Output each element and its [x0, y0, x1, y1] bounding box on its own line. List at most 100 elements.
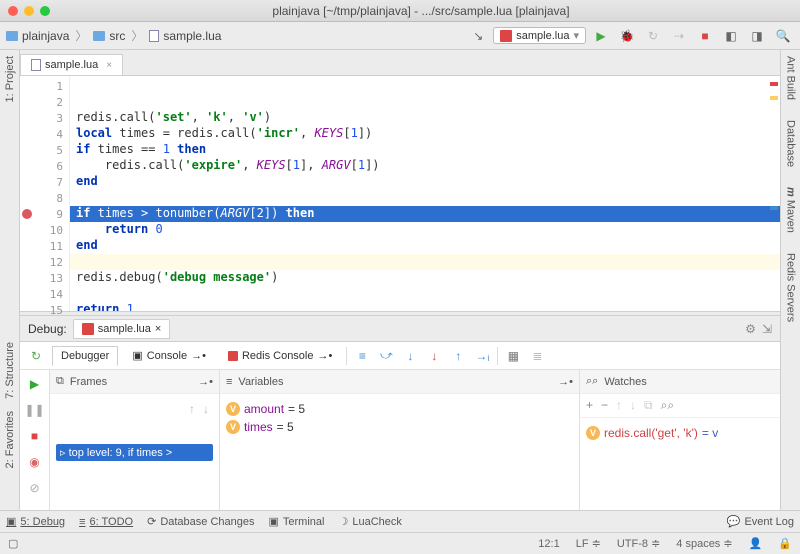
mute-breakpoints-button[interactable]: ⊘ — [25, 478, 45, 498]
caret-position[interactable]: 12:1 — [538, 538, 559, 550]
layout-button[interactable]: ◧ — [720, 25, 742, 47]
right-tool-strip: Ant Build Database m Maven Redis Servers — [780, 50, 800, 510]
left-tool-strip: 1: Project 7: Structure 2: Favorites — [0, 50, 20, 510]
remove-watch-icon[interactable]: − — [601, 398, 608, 413]
breadcrumb[interactable]: plainjava 〉 src 〉 sample.lua — [6, 27, 221, 44]
pause-button[interactable]: ❚❚ — [25, 400, 45, 420]
debug-button[interactable]: 🐞 — [616, 25, 638, 47]
editor-tabs: sample.lua × — [20, 50, 780, 76]
debug-control-sidebar: ▶ ❚❚ ■ ◉ ⊘ — [20, 370, 50, 510]
close-icon[interactable]: × — [155, 323, 161, 335]
frames-panel: ⧉Frames →• ↑ ↓ ▹ top level: 9, if times … — [50, 370, 220, 510]
stop-button[interactable]: ■ — [694, 25, 716, 47]
restore-layout-button[interactable]: ↻ — [26, 346, 46, 366]
indent-settings[interactable]: 4 spaces ≑ — [676, 537, 732, 550]
hide-panel-icon[interactable]: ⇲ — [762, 322, 772, 336]
debug-tool-button[interactable]: ▣ 5: Debug — [6, 515, 65, 528]
traffic-lights — [8, 6, 50, 16]
debug-tool-window: Debug: sample.lua × ⚙ ⇲ ↻ Debugger ▣ Con… — [20, 316, 780, 510]
luacheck-tool-button[interactable]: ☽ LuaCheck — [338, 515, 401, 528]
project-tool-button[interactable]: 1: Project — [4, 56, 16, 102]
frames-title: Frames — [70, 376, 107, 388]
file-encoding[interactable]: UTF-8 ≑ — [617, 537, 660, 550]
line-separator[interactable]: LF ≑ — [576, 537, 601, 550]
navigation-bar: plainjava 〉 src 〉 sample.lua ↘ sample.lu… — [0, 22, 800, 50]
redis-console-tab[interactable]: Redis Console →• — [220, 347, 340, 365]
watches-panel: ⌕⌕Watches + − ↑ ↓ ⧉ ⌕⌕ V redis.call('get… — [580, 370, 780, 510]
variables-title: Variables — [238, 376, 283, 388]
stop-button[interactable]: ■ — [25, 426, 45, 446]
step-over-icon[interactable]: ⤻ — [377, 347, 395, 365]
watch-view-icon[interactable]: ⌕⌕ — [661, 398, 674, 413]
step-out-icon[interactable]: ↑ — [449, 347, 467, 365]
frame-down-icon[interactable]: ↓ — [203, 402, 209, 416]
run-configuration-select[interactable]: sample.lua ▾ — [493, 27, 586, 44]
build-button[interactable]: ↘ — [467, 25, 489, 47]
redis-config-icon — [500, 30, 512, 42]
editor-gutter[interactable]: 123456789101112131415 — [20, 76, 70, 311]
favorites-tool-button[interactable]: 2: Favorites — [4, 411, 16, 468]
rerun-button[interactable]: ↻ — [642, 25, 664, 47]
run-to-cursor-icon[interactable]: →ᵢ — [473, 347, 491, 365]
terminal-tool-button[interactable]: ▣ Terminal — [269, 515, 325, 528]
editor-tab-sample[interactable]: sample.lua × — [20, 54, 123, 75]
redis-config-icon — [82, 323, 94, 335]
view-breakpoints-button[interactable]: ◉ — [25, 452, 45, 472]
watch-up-icon[interactable]: ↑ — [616, 398, 622, 413]
redis-servers-tool-button[interactable]: Redis Servers — [785, 253, 797, 322]
zoom-window-button[interactable] — [40, 6, 50, 16]
debug-session-tab[interactable]: sample.lua × — [73, 319, 171, 339]
code-editor[interactable]: 123456789101112131415 redis.call('set', … — [20, 76, 780, 311]
watches-title: Watches — [604, 376, 646, 388]
run-button[interactable]: ▶ — [590, 25, 612, 47]
profiler-button[interactable]: ◨ — [746, 25, 768, 47]
folder-icon — [93, 31, 105, 41]
add-watch-icon[interactable]: + — [586, 398, 593, 413]
debug-settings-icon[interactable]: ⚙ — [745, 322, 756, 336]
maven-tool-button[interactable]: m Maven — [785, 187, 797, 233]
lua-file-icon — [149, 30, 159, 42]
close-window-button[interactable] — [8, 6, 18, 16]
ant-build-tool-button[interactable]: Ant Build — [785, 56, 797, 100]
variables-panel: ≡Variables →• V amount = 5V times = 5 — [220, 370, 580, 510]
lock-icon[interactable]: 🔒 — [778, 537, 792, 550]
status-rect-icon[interactable]: ▢ — [8, 537, 18, 550]
structure-tool-button[interactable]: 7: Structure — [4, 342, 16, 399]
warning-stripe-mark[interactable] — [770, 96, 778, 100]
copy-watch-icon[interactable]: ⧉ — [644, 398, 653, 413]
error-stripe-mark[interactable] — [770, 82, 778, 86]
editor-code-area[interactable]: redis.call('set', 'k', 'v')local times =… — [70, 76, 780, 311]
database-tool-button[interactable]: Database — [785, 120, 797, 167]
editor-tab-label: sample.lua — [45, 59, 98, 71]
force-step-into-icon[interactable]: ↓ — [425, 347, 443, 365]
debug-label: Debug: — [28, 322, 67, 336]
minimize-window-button[interactable] — [24, 6, 34, 16]
breadcrumb-folder: src — [109, 29, 125, 43]
evaluate-expression-icon[interactable]: ▦ — [504, 347, 522, 365]
database-changes-tool-button[interactable]: ⟳ Database Changes — [147, 515, 254, 528]
lua-file-icon — [31, 59, 41, 71]
frame-up-icon[interactable]: ↑ — [189, 402, 195, 416]
variable-row[interactable]: V times = 5 — [226, 418, 573, 436]
search-everywhere-button[interactable]: 🔍 — [772, 25, 794, 47]
close-tab-icon[interactable]: × — [106, 60, 112, 71]
step-into-icon[interactable]: ↓ — [401, 347, 419, 365]
attach-button[interactable]: ⇢ — [668, 25, 690, 47]
more-icon[interactable]: ≣ — [528, 347, 546, 365]
watch-down-icon[interactable]: ↓ — [630, 398, 636, 413]
inspection-indicator-icon[interactable]: 👤 — [749, 537, 763, 550]
window-title: plainjava [~/tmp/plainjava] - .../src/sa… — [50, 4, 792, 18]
breadcrumb-project: plainjava — [22, 29, 69, 43]
watch-row[interactable]: V redis.call('get', 'k') = v — [586, 424, 774, 442]
debugger-tab[interactable]: Debugger — [52, 346, 118, 366]
variable-row[interactable]: V amount = 5 — [226, 400, 573, 418]
resume-button[interactable]: ▶ — [25, 374, 45, 394]
run-config-name: sample.lua — [516, 30, 569, 42]
event-log-tool-button[interactable]: 💬 Event Log — [727, 515, 794, 528]
show-frames-icon[interactable]: ≡ — [353, 347, 371, 365]
todo-tool-button[interactable]: ≡ 6: TODO — [79, 516, 133, 528]
console-tab[interactable]: ▣ Console →• — [124, 346, 214, 365]
caret-stripe-mark[interactable] — [770, 206, 778, 210]
stack-frame-selected[interactable]: ▹ top level: 9, if times > — [56, 444, 213, 461]
project-icon — [6, 31, 18, 41]
